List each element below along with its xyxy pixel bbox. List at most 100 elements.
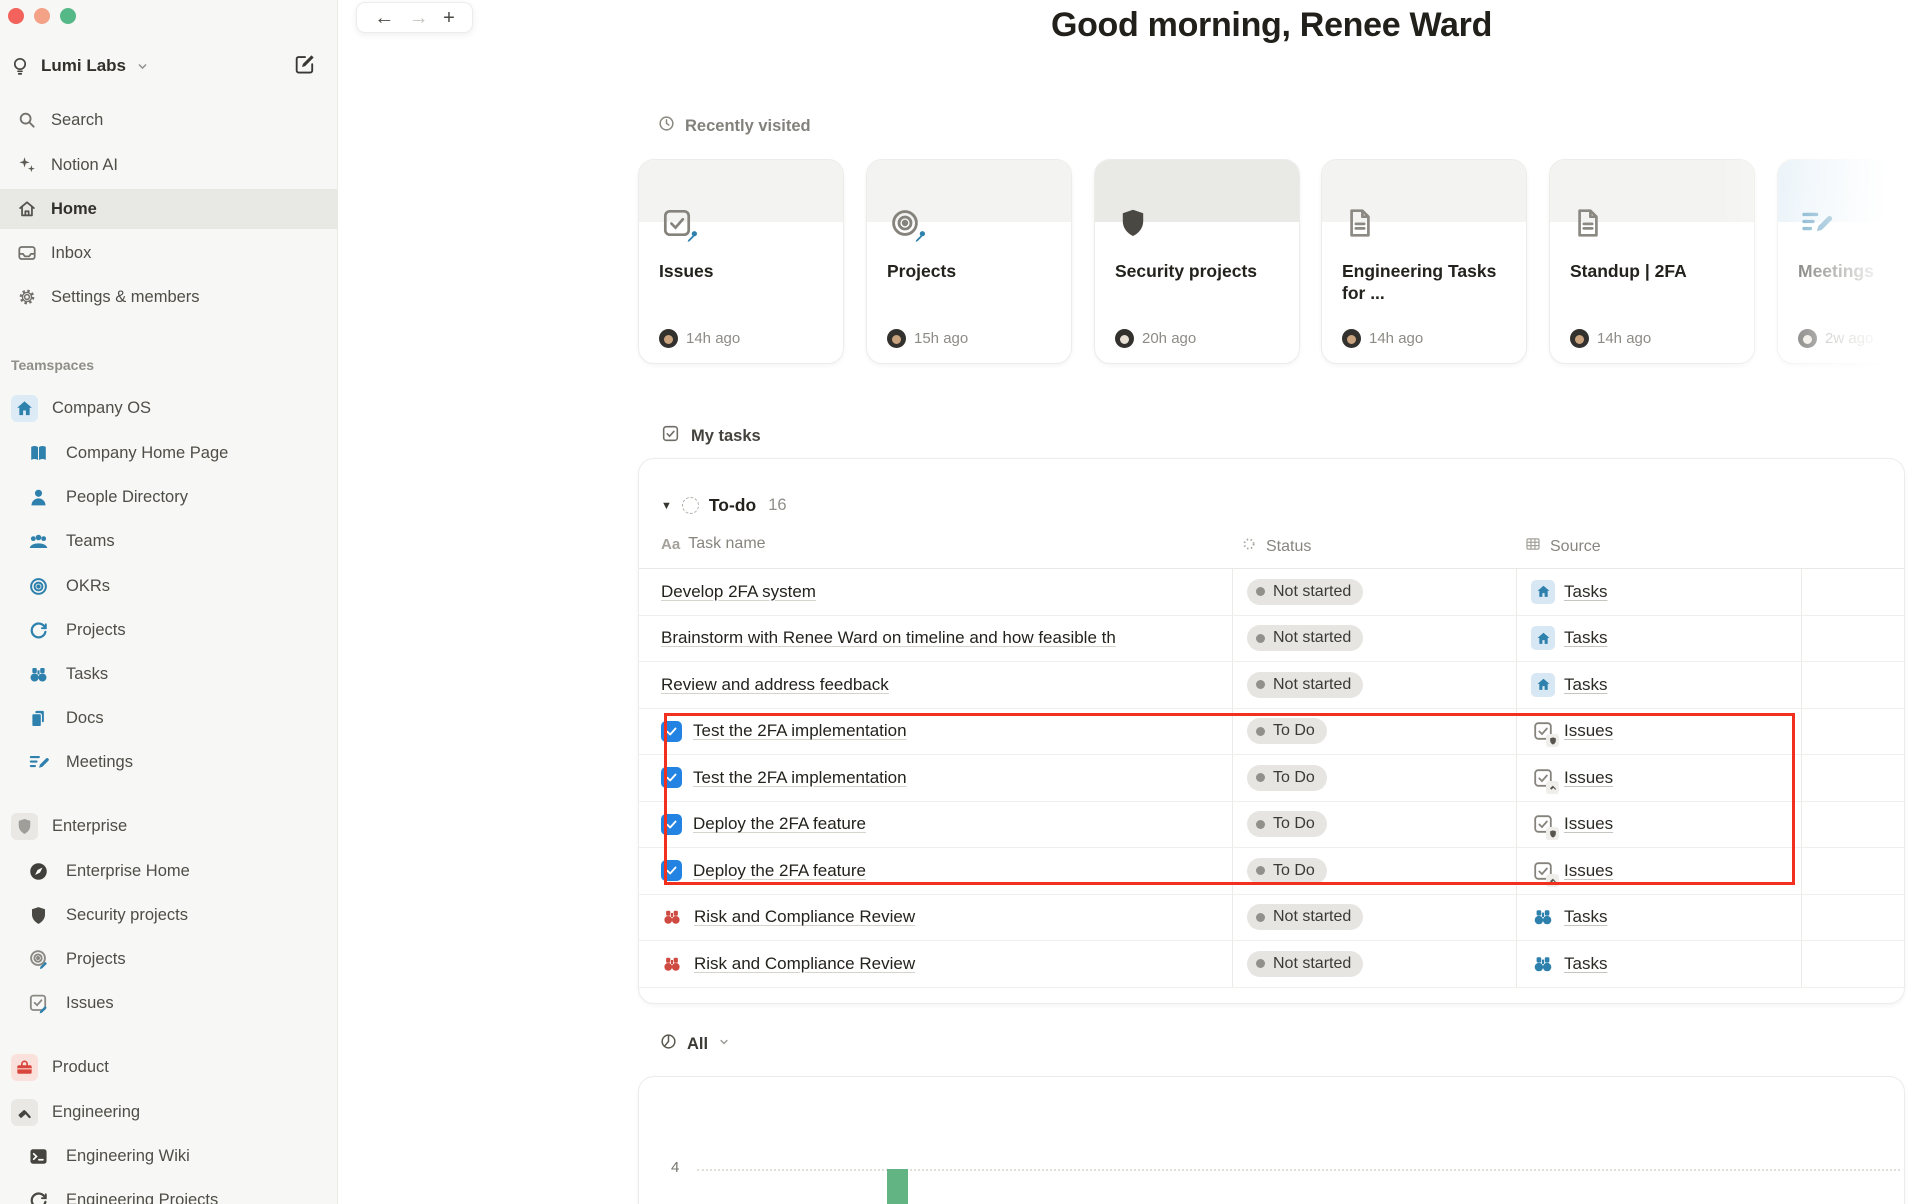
table-row[interactable]: Review and address feedback Not started … bbox=[639, 662, 1904, 709]
source-link[interactable]: Tasks bbox=[1564, 582, 1607, 602]
sidebar-item-home[interactable]: Home bbox=[0, 189, 338, 229]
sidebar-item-people-directory[interactable]: People Directory bbox=[0, 475, 338, 519]
sidebar-item-teams[interactable]: Teams bbox=[0, 519, 338, 563]
checked-checkbox[interactable] bbox=[661, 860, 682, 882]
sidebar-item-issues-enterprise[interactable]: Issues bbox=[0, 981, 338, 1025]
sidebar-item-engineering-projects[interactable]: Engineering Projects bbox=[0, 1178, 338, 1204]
sidebar-item-settings[interactable]: Settings & members bbox=[0, 277, 338, 317]
sidebar-item-projects-enterprise[interactable]: Projects bbox=[0, 937, 338, 981]
sidebar-item-company-home-page[interactable]: Company Home Page bbox=[0, 431, 338, 475]
source-link[interactable]: Issues bbox=[1564, 721, 1613, 741]
status-badge[interactable]: To Do bbox=[1247, 857, 1327, 884]
recent-card-standup-2fa[interactable]: Standup | 2FA 14h ago bbox=[1549, 159, 1755, 364]
task-link[interactable]: Develop 2FA system bbox=[661, 582, 816, 602]
recent-card-meetings[interactable]: Meetings 2w ago bbox=[1777, 159, 1920, 364]
recent-card-engineering-tasks[interactable]: Engineering Tasks for ... 14h ago bbox=[1321, 159, 1527, 364]
sidebar-item-label: Docs bbox=[66, 708, 104, 727]
source-link[interactable]: Issues bbox=[1564, 861, 1613, 881]
sidebar-item-company-os[interactable]: Company OS bbox=[0, 386, 338, 430]
task-link[interactable]: Deploy the 2FA feature bbox=[693, 861, 866, 881]
sidebar-item-okrs[interactable]: OKRs bbox=[0, 564, 338, 608]
recent-card-projects[interactable]: Projects 15h ago bbox=[866, 159, 1072, 364]
task-link[interactable]: Test the 2FA implementation bbox=[693, 768, 907, 788]
toggle-triangle-icon[interactable]: ▼ bbox=[661, 500, 672, 512]
table-row[interactable]: Deploy the 2FA feature To Do Issues bbox=[639, 801, 1904, 848]
table-row[interactable]: Develop 2FA system Not started Tasks bbox=[639, 569, 1904, 616]
target-pencil-icon bbox=[25, 946, 52, 973]
sidebar-item-docs[interactable]: Docs bbox=[0, 696, 338, 740]
sidebar-item-notion-ai[interactable]: Notion AI bbox=[0, 145, 338, 185]
checked-checkbox[interactable] bbox=[661, 813, 682, 835]
chart-bar[interactable] bbox=[887, 1169, 908, 1204]
sidebar-item-engineering[interactable]: Engineering bbox=[0, 1090, 338, 1134]
source-link[interactable]: Tasks bbox=[1564, 675, 1607, 695]
status-badge[interactable]: To Do bbox=[1247, 718, 1327, 745]
pin-icon bbox=[685, 229, 700, 244]
recent-card-issues[interactable]: Issues 14h ago bbox=[638, 159, 844, 364]
table-row[interactable]: Risk and Compliance Review Not started T… bbox=[639, 941, 1904, 988]
task-link[interactable]: Risk and Compliance Review bbox=[694, 954, 915, 974]
task-link[interactable]: Brainstorm with Renee Ward on timeline a… bbox=[661, 628, 1116, 648]
compose-icon[interactable] bbox=[292, 52, 318, 78]
window-close-icon[interactable] bbox=[8, 8, 24, 24]
table-row[interactable]: Risk and Compliance Review Not started T… bbox=[639, 894, 1904, 941]
sidebar-item-meetings[interactable]: Meetings bbox=[0, 740, 338, 784]
workspace-switcher[interactable]: Lumi Labs bbox=[8, 48, 150, 84]
task-link[interactable]: Deploy the 2FA feature bbox=[693, 814, 866, 834]
sidebar-item-projects[interactable]: Projects bbox=[0, 608, 338, 652]
sidebar-item-enterprise-home[interactable]: Enterprise Home bbox=[0, 849, 338, 893]
status-badge[interactable]: To Do bbox=[1247, 764, 1327, 791]
sidebar-item-label: Enterprise bbox=[52, 816, 128, 835]
source-link[interactable]: Tasks bbox=[1564, 907, 1607, 927]
status-badge[interactable]: To Do bbox=[1247, 811, 1327, 838]
checked-checkbox[interactable] bbox=[661, 767, 682, 789]
back-arrow-icon[interactable]: ← bbox=[374, 8, 394, 28]
table-row[interactable]: Test the 2FA implementation To Do Issues bbox=[639, 755, 1904, 802]
source-link[interactable]: Issues bbox=[1564, 768, 1613, 788]
text-type-icon: Aa bbox=[661, 535, 681, 553]
window-minimize-icon[interactable] bbox=[34, 8, 50, 24]
card-title: Projects bbox=[887, 261, 957, 281]
group-count: 16 bbox=[768, 496, 787, 514]
table-row[interactable]: Brainstorm with Renee Ward on timeline a… bbox=[639, 615, 1904, 662]
column-source[interactable]: Source bbox=[1524, 535, 1601, 558]
sidebar-item-tasks[interactable]: Tasks bbox=[0, 652, 338, 696]
sidebar-item-label: Engineering Wiki bbox=[66, 1146, 190, 1165]
y-axis-tick: 4 bbox=[671, 1159, 680, 1176]
sidebar-item-enterprise[interactable]: Enterprise bbox=[0, 804, 338, 848]
table-row[interactable]: Test the 2FA implementation To Do Issues bbox=[639, 708, 1904, 755]
new-tab-icon[interactable]: + bbox=[443, 8, 455, 28]
hammer-icon bbox=[11, 1098, 38, 1126]
chart-filter[interactable]: All bbox=[659, 1032, 731, 1056]
sidebar-item-label: Meetings bbox=[66, 752, 133, 771]
group-name: To-do bbox=[708, 495, 757, 515]
source-link[interactable]: Issues bbox=[1564, 814, 1613, 834]
table-row[interactable]: Deploy the 2FA feature To Do Issues bbox=[639, 848, 1904, 895]
blue-binoculars-icon bbox=[25, 661, 52, 688]
window-zoom-icon[interactable] bbox=[60, 8, 76, 24]
dark-shield-icon bbox=[25, 902, 52, 929]
status-dot-icon bbox=[1256, 680, 1265, 690]
status-badge[interactable]: Not started bbox=[1247, 904, 1364, 931]
sidebar-item-product[interactable]: Product bbox=[0, 1045, 338, 1089]
sidebar-item-engineering-wiki[interactable]: Engineering Wiki bbox=[0, 1134, 338, 1178]
target-pinned-icon bbox=[887, 205, 925, 242]
task-link[interactable]: Review and address feedback bbox=[661, 675, 889, 695]
forward-arrow-icon[interactable]: → bbox=[409, 8, 429, 28]
task-link[interactable]: Test the 2FA implementation bbox=[693, 721, 907, 741]
status-badge[interactable]: Not started bbox=[1247, 625, 1364, 652]
sidebar-item-inbox[interactable]: Inbox bbox=[0, 233, 338, 273]
sidebar-item-search[interactable]: Search bbox=[0, 100, 338, 140]
column-task-name[interactable]: Aa Task name bbox=[661, 535, 766, 553]
status-badge[interactable]: Not started bbox=[1247, 578, 1364, 605]
sidebar-item-security-projects[interactable]: Security projects bbox=[0, 893, 338, 937]
column-status[interactable]: Status bbox=[1240, 535, 1311, 558]
source-link[interactable]: Tasks bbox=[1564, 954, 1607, 974]
status-badge[interactable]: Not started bbox=[1247, 950, 1364, 977]
clock-icon bbox=[657, 114, 676, 138]
status-badge[interactable]: Not started bbox=[1247, 671, 1364, 698]
task-link[interactable]: Risk and Compliance Review bbox=[694, 907, 915, 927]
checked-checkbox[interactable] bbox=[661, 720, 682, 742]
recent-card-security-projects[interactable]: Security projects 20h ago bbox=[1094, 159, 1300, 364]
source-link[interactable]: Tasks bbox=[1564, 628, 1607, 648]
